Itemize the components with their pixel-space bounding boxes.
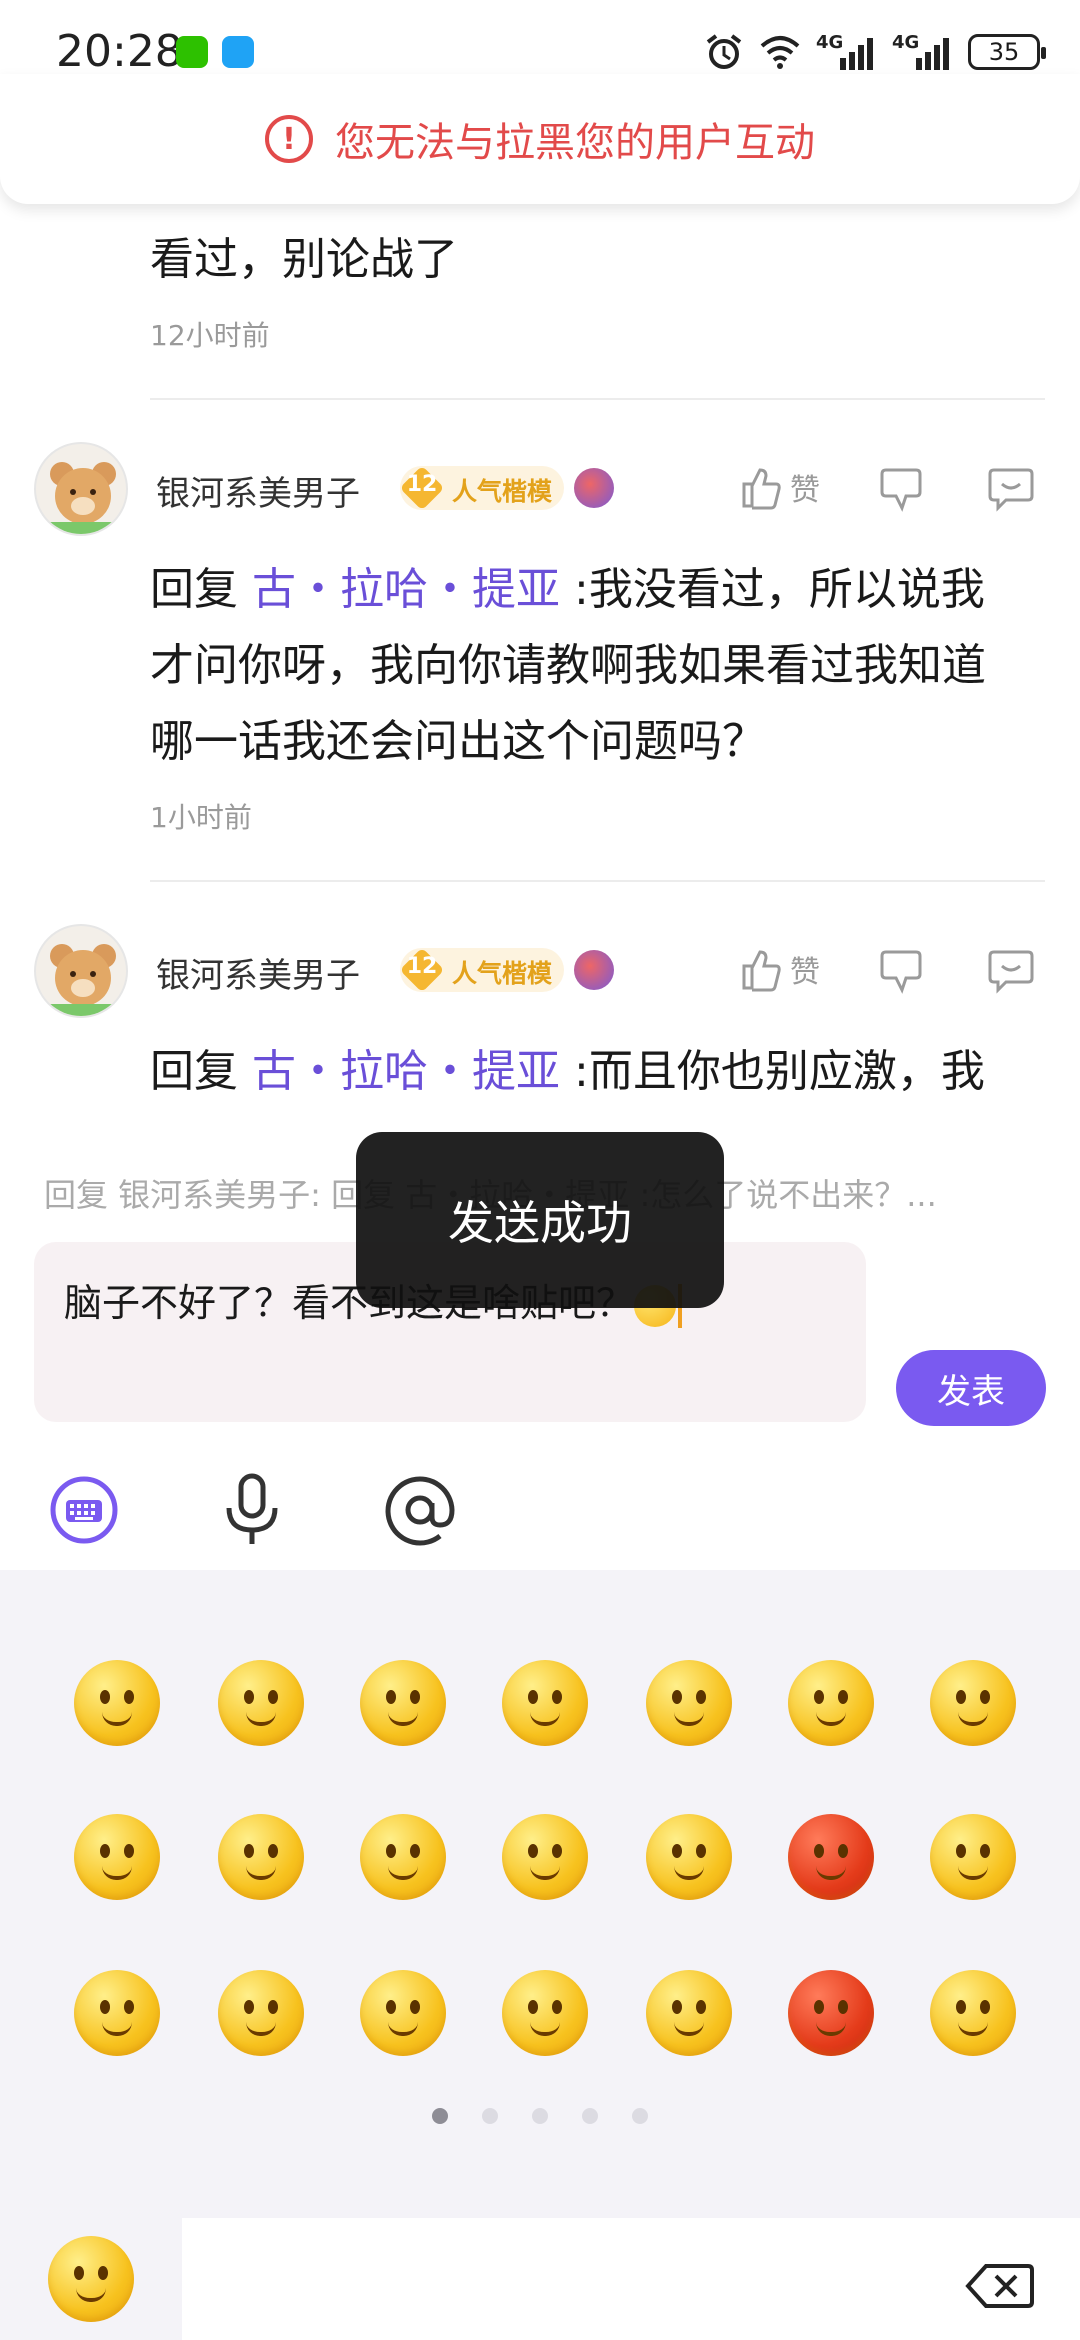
like-label: 赞 [790, 473, 820, 508]
medal-icon [574, 468, 614, 508]
comment-username[interactable]: 银河系美男子 [156, 466, 360, 515]
emoji-worried-icon[interactable] [930, 1660, 1016, 1746]
emoji-unamused-icon[interactable] [646, 1814, 732, 1900]
divider [150, 398, 1045, 400]
warning-icon: ! [265, 115, 313, 163]
emoji-pleading-icon[interactable] [74, 1814, 160, 1900]
emoji-cover-mouth-icon[interactable] [218, 1814, 304, 1900]
banner-text: 您无法与拉黑您的用户互动 [335, 120, 815, 166]
reply-to-link[interactable]: 古・拉哈・提亚 [252, 1046, 560, 1097]
emoji-shocked-icon[interactable] [646, 1970, 732, 2056]
wifi-icon [760, 36, 800, 69]
emoji-smirk-icon[interactable] [360, 1814, 446, 1900]
emoji-angry-icon[interactable] [788, 1814, 874, 1900]
thumbs-up-icon [742, 468, 781, 510]
thumbs-down-icon[interactable] [880, 946, 926, 996]
emoji-grimace-icon[interactable] [502, 1814, 588, 1900]
page-dot[interactable] [582, 2108, 598, 2124]
emoji-tongue-icon[interactable] [360, 1660, 446, 1746]
level-title: 人气楷模 [452, 959, 553, 988]
reply-prefix: 回复 [150, 1046, 238, 1097]
backspace-icon[interactable] [964, 2262, 1034, 2310]
comment-icon[interactable] [988, 946, 1034, 996]
status-icons: 4G 4G 35 [704, 30, 1046, 74]
emoji-grin-icon[interactable] [646, 1660, 732, 1746]
comment-text-line: :而且你也别应激，我 [574, 1046, 985, 1097]
publish-button[interactable]: 发表 [896, 1350, 1046, 1426]
keyboard-icon [50, 1476, 118, 1544]
signal-4g-icon: 4G [816, 32, 876, 72]
wechat-notification-icon [176, 36, 208, 68]
reply-to-link[interactable]: 古・拉哈・提亚 [252, 564, 560, 615]
thumbs-up-icon [742, 950, 781, 992]
level-number: 12 [406, 472, 438, 497]
comment-line: 哪一话我还会问出这个问题吗？ [150, 716, 766, 767]
battery-indicator: 35 [968, 34, 1046, 70]
emoji-hug-icon[interactable] [930, 1970, 1016, 2056]
page-dot-active[interactable] [432, 2108, 448, 2124]
comment-username[interactable]: 银河系美男子 [156, 948, 360, 997]
like-button[interactable]: 赞 [740, 462, 820, 512]
message-notification-icon [222, 36, 254, 68]
emoji-huff-icon[interactable] [502, 1970, 588, 2056]
level-badge: 12 人气楷模 [399, 947, 564, 993]
level-number: 12 [406, 954, 438, 979]
emoji-heart-eyes-icon[interactable] [788, 1660, 874, 1746]
comment-line: 回复 古・拉哈・提亚 :而且你也别应激，我 [150, 1034, 985, 1110]
level-title: 人气楷模 [452, 477, 553, 506]
comment-time: 1小时前 [150, 801, 252, 834]
comment-line: 才问你呀，我向你请教啊我如果看过我知道 [150, 640, 986, 691]
microphone-icon [226, 1473, 278, 1544]
alarm-icon [706, 34, 742, 69]
emoji-category-bar [0, 2210, 1080, 2340]
page-dot[interactable] [532, 2108, 548, 2124]
keyboard-button[interactable] [44, 1470, 124, 1550]
page-dot[interactable] [482, 2108, 498, 2124]
emoji-icon[interactable] [48, 2236, 134, 2322]
comment-line: 回复 古・拉哈・提亚 :我没看过，所以说我 [150, 552, 985, 628]
like-label: 赞 [790, 955, 820, 990]
emoji-page-indicator[interactable] [0, 2108, 1080, 2124]
at-icon [385, 1476, 455, 1546]
like-button[interactable]: 赞 [740, 944, 820, 994]
comment-text-line: :我没看过，所以说我 [574, 564, 985, 615]
avatar[interactable] [34, 442, 128, 536]
comment-time: 12小时前 [150, 319, 270, 352]
emoji-sweat-icon[interactable] [930, 1814, 1016, 1900]
reply-prefix: 回复 [150, 564, 238, 615]
level-badge: 12 人气楷模 [399, 465, 564, 511]
emoji-smug-red-icon[interactable] [788, 1970, 874, 2056]
avatar[interactable] [34, 924, 128, 1018]
bear-avatar-icon [42, 462, 124, 534]
signal-4g-icon-2: 4G [892, 32, 952, 72]
page-dot[interactable] [632, 2108, 648, 2124]
thumbs-down-icon[interactable] [880, 464, 926, 514]
emoji-blush-icon[interactable] [502, 1660, 588, 1746]
emoji-thinking-icon[interactable] [360, 1970, 446, 2056]
divider [150, 880, 1045, 882]
emoji-gloomy-icon[interactable] [74, 1970, 160, 2056]
voice-button[interactable] [212, 1470, 292, 1550]
medal-icon [574, 950, 614, 990]
blocked-user-banner: ! 您无法与拉黑您的用户互动 [0, 74, 1080, 204]
bear-avatar-icon [42, 944, 124, 1016]
status-time: 20:28 [56, 26, 183, 77]
comment-text: 看过，别论战了 [150, 234, 458, 285]
mention-button[interactable] [380, 1470, 460, 1550]
toast-message: 发送成功 [356, 1132, 724, 1308]
emoji-laugh-icon[interactable] [218, 1660, 304, 1746]
emoji-crying-icon[interactable] [218, 1970, 304, 2056]
comment-icon[interactable] [988, 464, 1034, 514]
emoji-smile-icon[interactable] [74, 1660, 160, 1746]
category-strip [182, 2218, 1080, 2340]
